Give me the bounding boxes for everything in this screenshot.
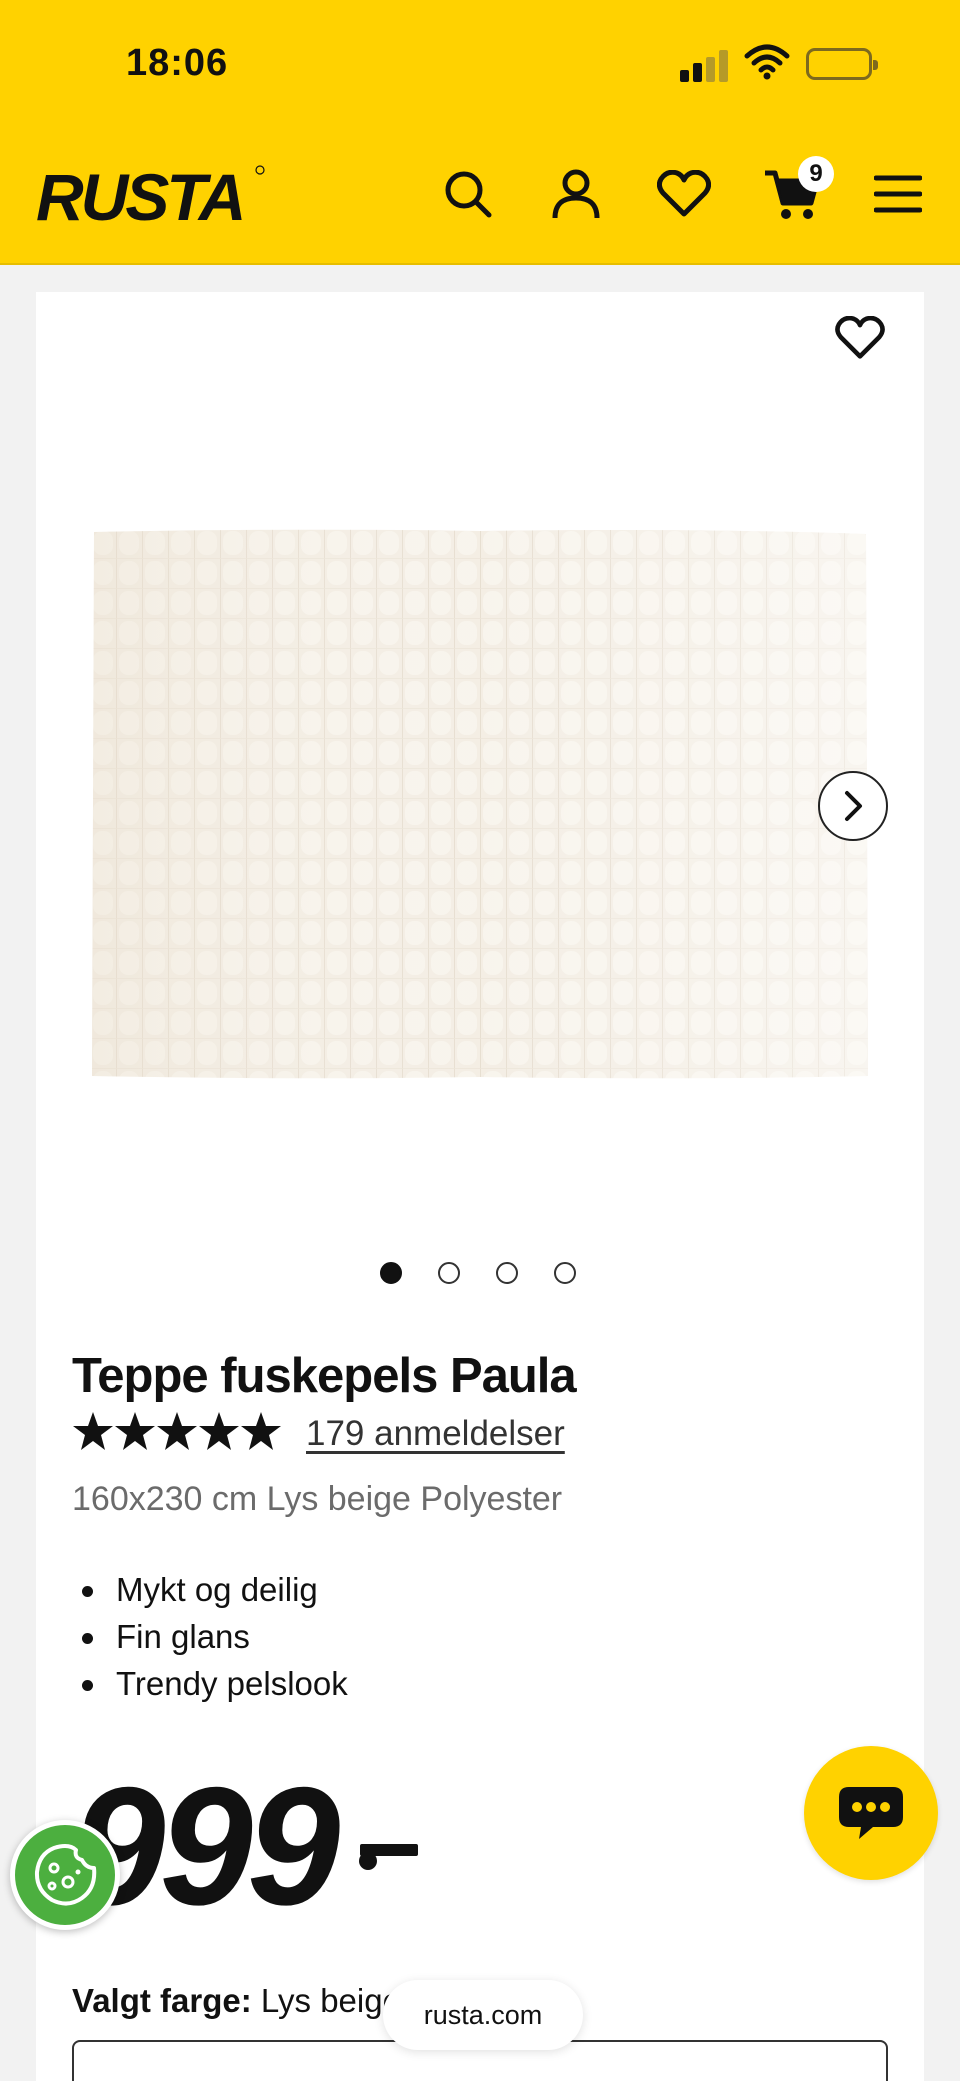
gallery-dot-2[interactable] [438,1262,460,1284]
star-icon [199,1412,239,1450]
status-time: 18:06 [126,42,229,84]
cookie-icon [34,1844,97,1906]
feature-list: Mykt og deilig Fin glans Trendy pelslook [82,1566,348,1707]
gallery-pagination [380,1262,576,1284]
rating-stars [72,1410,282,1460]
gallery-next-button[interactable] [818,771,888,841]
chat-bubble-icon [839,1787,903,1839]
signal-icon [680,50,730,82]
wifi-icon [744,44,790,80]
chat-button[interactable] [804,1746,938,1880]
product-image-rug[interactable] [90,528,870,1080]
reviews-link[interactable]: 179 anmeldelser [306,1414,565,1454]
feature-item: Fin glans [82,1613,348,1660]
product-title: Teppe fuskepels Paula [72,1349,577,1403]
gallery-dot-4[interactable] [554,1262,576,1284]
star-icon [241,1412,281,1450]
menu-icon[interactable] [864,160,932,228]
product-subtitle: 160x230 cm Lys beige Polyester [72,1480,563,1518]
add-to-wishlist-heart-icon[interactable] [832,310,888,366]
cookie-settings-button[interactable] [10,1820,120,1930]
feature-item: Trendy pelslook [82,1660,348,1707]
selected-color-label: Valgt farge: Lys beige [72,1982,401,2020]
search-icon[interactable] [434,160,502,228]
gallery-dot-3[interactable] [496,1262,518,1284]
cart-count-badge: 9 [798,156,834,192]
selected-color-caption: Valgt farge: [72,1982,252,2019]
battery-icon [806,48,878,80]
star-icon [115,1412,155,1450]
account-icon[interactable] [542,160,610,228]
star-icon [73,1412,113,1450]
gallery-dot-1[interactable] [380,1262,402,1284]
rusta-logo[interactable]: RUSTA [36,160,266,232]
feature-item: Mykt og deilig [82,1566,348,1613]
price-dash-mark [359,1844,418,1870]
selected-color-value: Lys beige [260,1982,401,2019]
star-icon [157,1412,197,1450]
browser-url-pill[interactable]: rusta.com [383,1980,583,2050]
top-header: 18:06 RUSTA 9 [0,0,960,265]
brand-name: RUSTA [36,160,243,232]
wishlist-icon[interactable] [650,160,718,228]
